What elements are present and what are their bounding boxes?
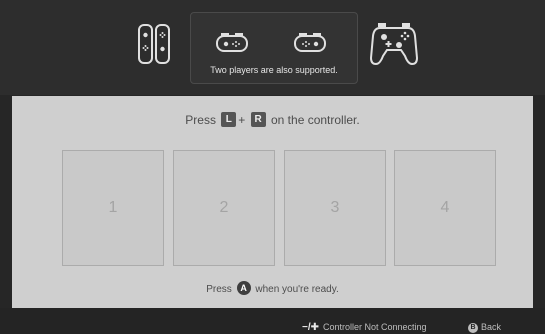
controller-not-connecting-button[interactable]: −/✚ Controller Not Connecting [302,322,427,333]
instruction-plus: + [238,113,246,127]
back-button[interactable]: B Back [468,322,501,333]
player-slot-4: 4 [394,150,496,266]
player-slot-2: 2 [173,150,275,266]
controller-style-bar: Two players are also supported. [0,0,545,95]
minus-plus-icon: −/✚ [302,322,319,333]
tooltip-text: Two players are also supported. [210,65,338,75]
a-button-icon[interactable]: A [236,281,251,296]
player-slot-1: 1 [62,150,164,266]
instruction-suffix: on the controller. [271,113,360,127]
controller-setup-screen: Two players are also supported. Press L +… [0,0,545,334]
pairing-instruction: Press L + R on the controller. [12,112,533,128]
player-slot-number: 4 [440,199,450,216]
l-button-icon: L [221,112,237,128]
joycon-sideways-icon[interactable] [293,31,327,55]
player-slot-number: 3 [330,199,340,216]
instruction-prefix: Press [185,113,216,127]
player-slot-number: 1 [108,199,118,216]
controller-pairing-panel: Press L + R on the controller. 1 2 3 4 Pr… [12,96,533,308]
not-connecting-label: Controller Not Connecting [323,322,427,332]
two-player-tooltip: Two players are also supported. [190,12,358,84]
player-slot-number: 2 [219,199,229,216]
footer-bar: −/✚ Controller Not Connecting B Back [0,308,545,334]
pro-controller-icon[interactable] [370,18,418,68]
ready-prompt: Press A when you're ready. [12,281,533,297]
joycon-sideways-icon[interactable] [215,31,249,55]
joycon-pair-icon[interactable] [136,22,172,66]
ready-prefix: Press [206,284,232,295]
b-button-icon: B [468,322,478,333]
back-label: Back [481,322,502,332]
player-slots: 1 2 3 4 [62,150,496,268]
ready-suffix: when you're ready. [255,284,339,295]
r-button-icon: R [250,112,266,128]
player-slot-3: 3 [284,150,386,266]
